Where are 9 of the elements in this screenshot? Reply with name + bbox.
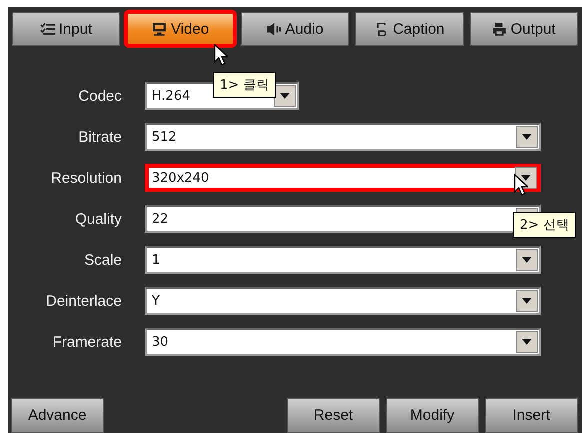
field-label: Codec <box>78 88 122 104</box>
field-label: Bitrate <box>78 128 122 146</box>
callout-tooltip: 2> 선택 <box>513 212 576 238</box>
callout-tooltip: 1> 클릭 <box>213 72 276 98</box>
field-label: Quality <box>74 210 122 228</box>
field-label: Framerate <box>52 334 122 350</box>
field-label: Deinterlace <box>45 292 122 310</box>
field-label: Resolution <box>50 170 122 186</box>
field-label: Scale <box>83 252 122 268</box>
